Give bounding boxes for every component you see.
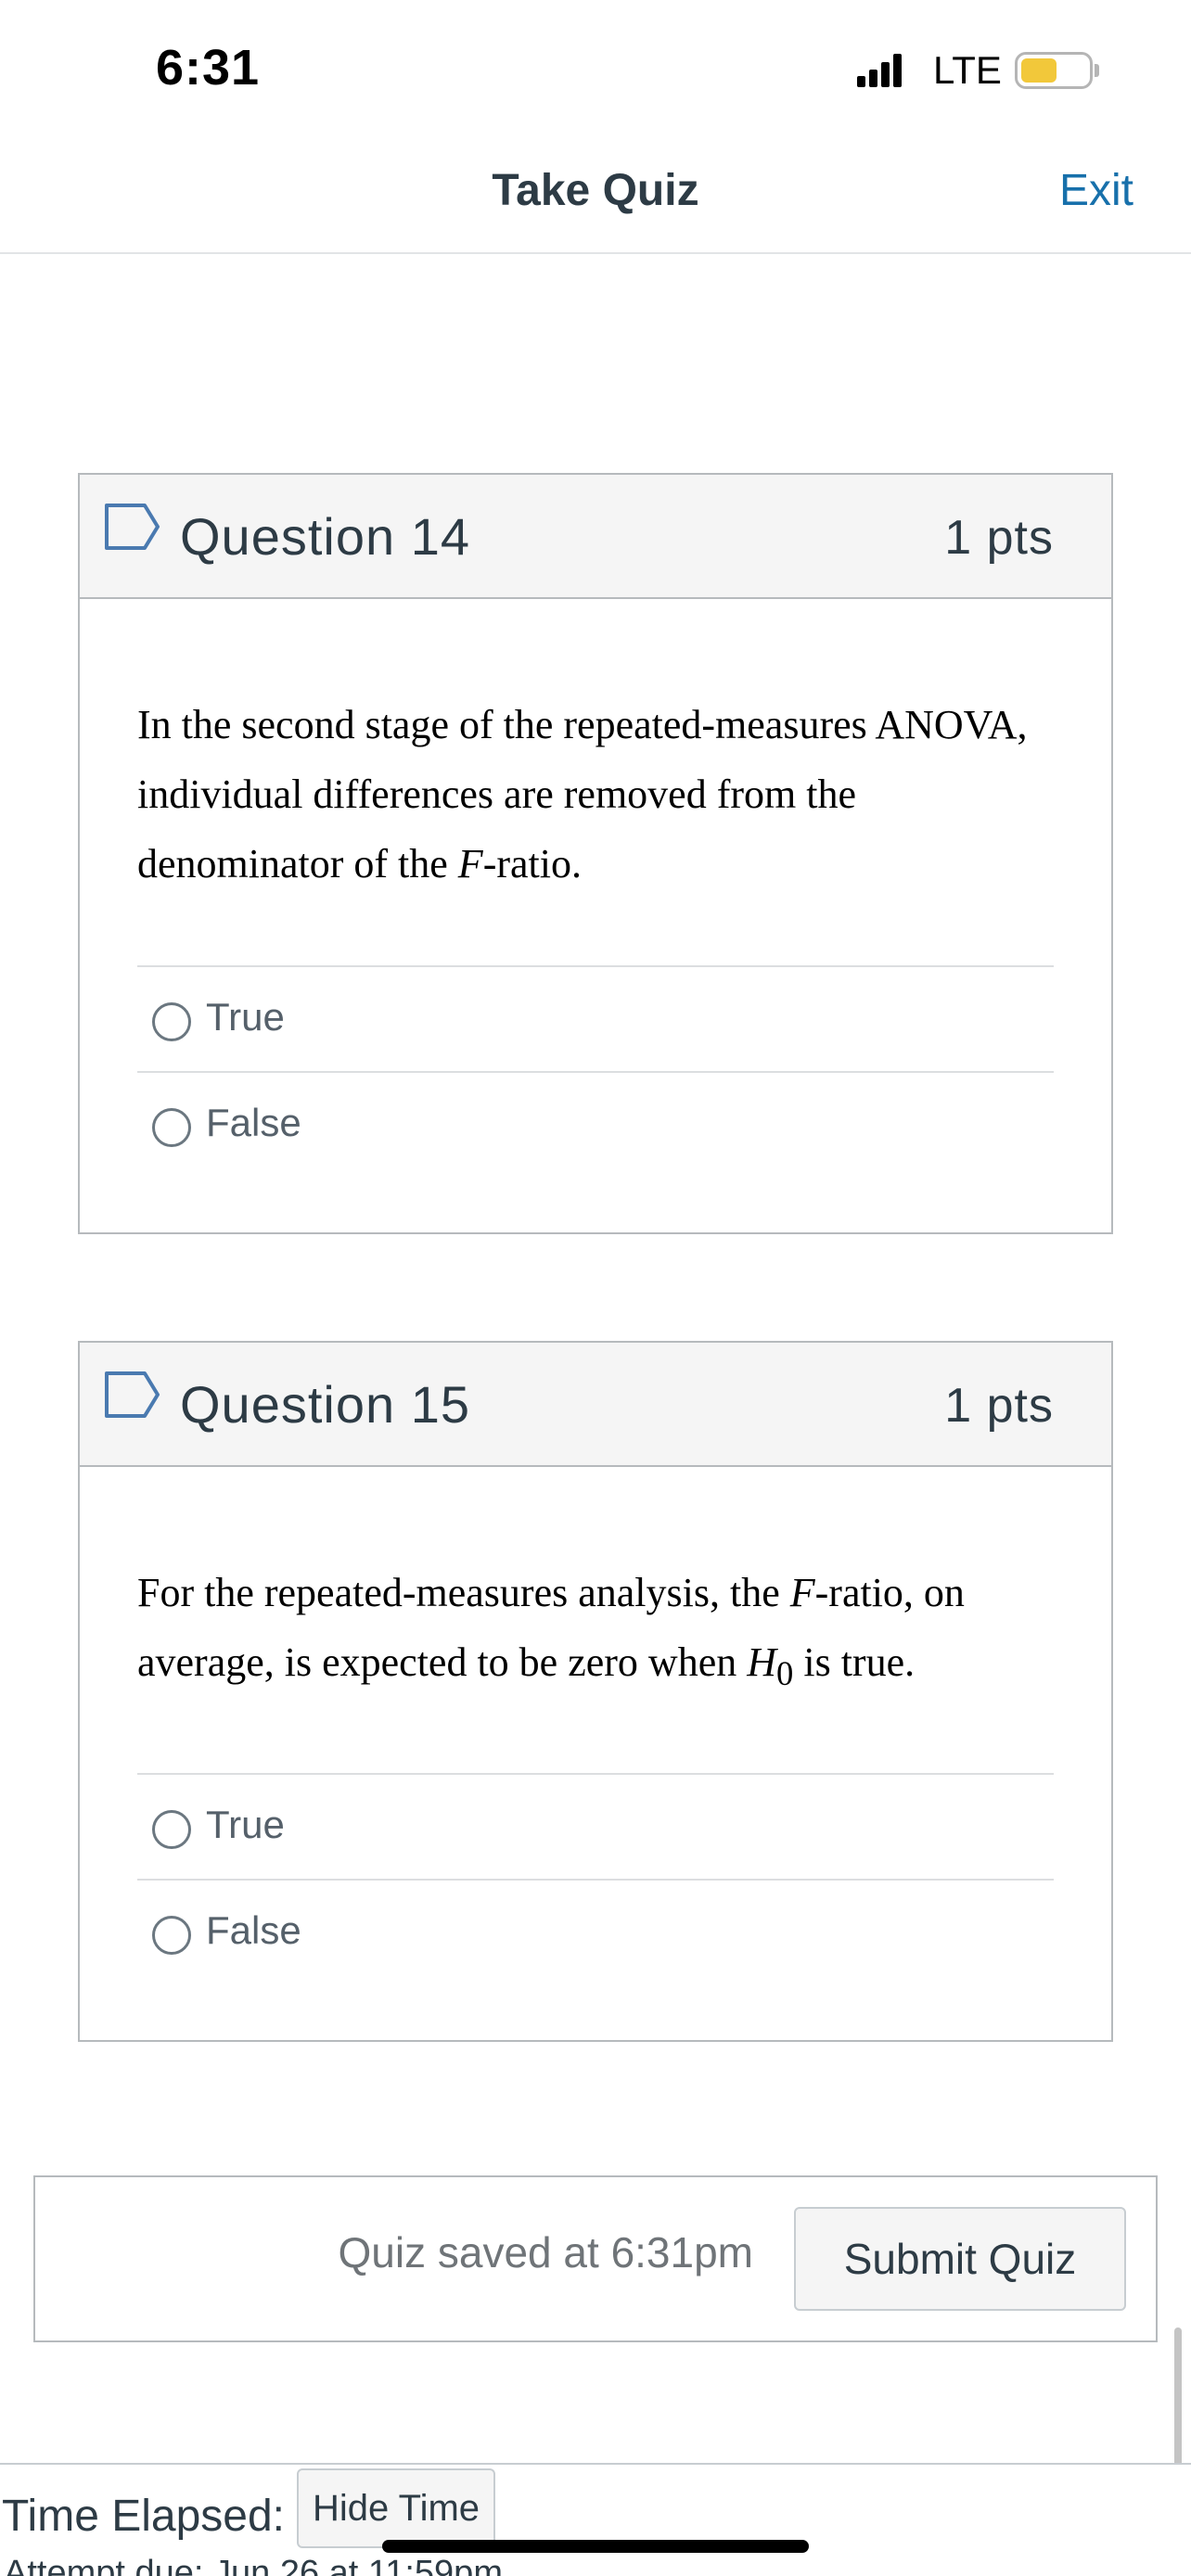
- submit-quiz-button[interactable]: Submit Quiz: [794, 2207, 1126, 2311]
- question-card-14: Question 14 1 pts In the second stage of…: [78, 473, 1113, 1234]
- answer-option-true[interactable]: True: [137, 1775, 1054, 1881]
- home-indicator[interactable]: [382, 2540, 809, 2553]
- status-time: 6:31: [156, 40, 261, 96]
- answer-option-true[interactable]: True: [137, 967, 1054, 1073]
- signal-strength-icon: [857, 54, 902, 87]
- question-text: For the repeated-measures analysis, the …: [137, 1570, 965, 1692]
- hide-time-button[interactable]: Hide Time: [297, 2468, 495, 2548]
- nav-header: Take Quiz Exit: [0, 139, 1191, 254]
- question-title: Question 14: [180, 507, 470, 566]
- status-bar: 6:31 LTE: [0, 0, 1191, 139]
- network-type: LTE: [933, 48, 1002, 92]
- answer-option-false[interactable]: False: [137, 1881, 1054, 1986]
- answer-label: True: [206, 995, 285, 1039]
- question-header: Question 14 1 pts: [80, 475, 1111, 599]
- question-header: Question 15 1 pts: [80, 1343, 1111, 1467]
- time-elapsed-label: Time Elapsed:: [2, 2492, 286, 2541]
- answer-list: True False: [137, 965, 1054, 1179]
- question-text: In the second stage of the repeated-meas…: [137, 702, 1028, 886]
- flag-question-icon[interactable]: [104, 503, 161, 551]
- question-card-15: Question 15 1 pts For the repeated-measu…: [78, 1341, 1113, 2042]
- battery-tip: [1095, 64, 1099, 77]
- timer-bar: Time Elapsed: Hide Time Attempt due: Jun…: [0, 2463, 1191, 2576]
- page-title: Take Quiz: [492, 166, 699, 215]
- answer-label: True: [206, 1802, 285, 1846]
- answer-list: True False: [137, 1772, 1054, 1986]
- question-points: 1 pts: [944, 511, 1054, 565]
- question-title: Question 15: [180, 1375, 470, 1434]
- radio-button[interactable]: [152, 1809, 191, 1849]
- attempt-due-text: Attempt due: Jun 26 at 11:59pm: [4, 2554, 503, 2576]
- answer-label: False: [206, 1907, 301, 1952]
- exit-button[interactable]: Exit: [1059, 165, 1133, 216]
- answer-label: False: [206, 1101, 301, 1144]
- battery-icon: [1015, 52, 1093, 89]
- quiz-saved-status: Quiz saved at 6:31pm: [338, 2228, 753, 2276]
- radio-button[interactable]: [152, 1002, 191, 1041]
- submit-panel: Quiz saved at 6:31pm Submit Quiz: [33, 2175, 1158, 2342]
- flag-question-icon[interactable]: [104, 1371, 161, 1419]
- question-points: 1 pts: [944, 1379, 1054, 1433]
- answer-option-false[interactable]: False: [137, 1073, 1054, 1179]
- radio-button[interactable]: [152, 1108, 191, 1147]
- battery-level: [1021, 58, 1057, 83]
- radio-button[interactable]: [152, 1915, 191, 1955]
